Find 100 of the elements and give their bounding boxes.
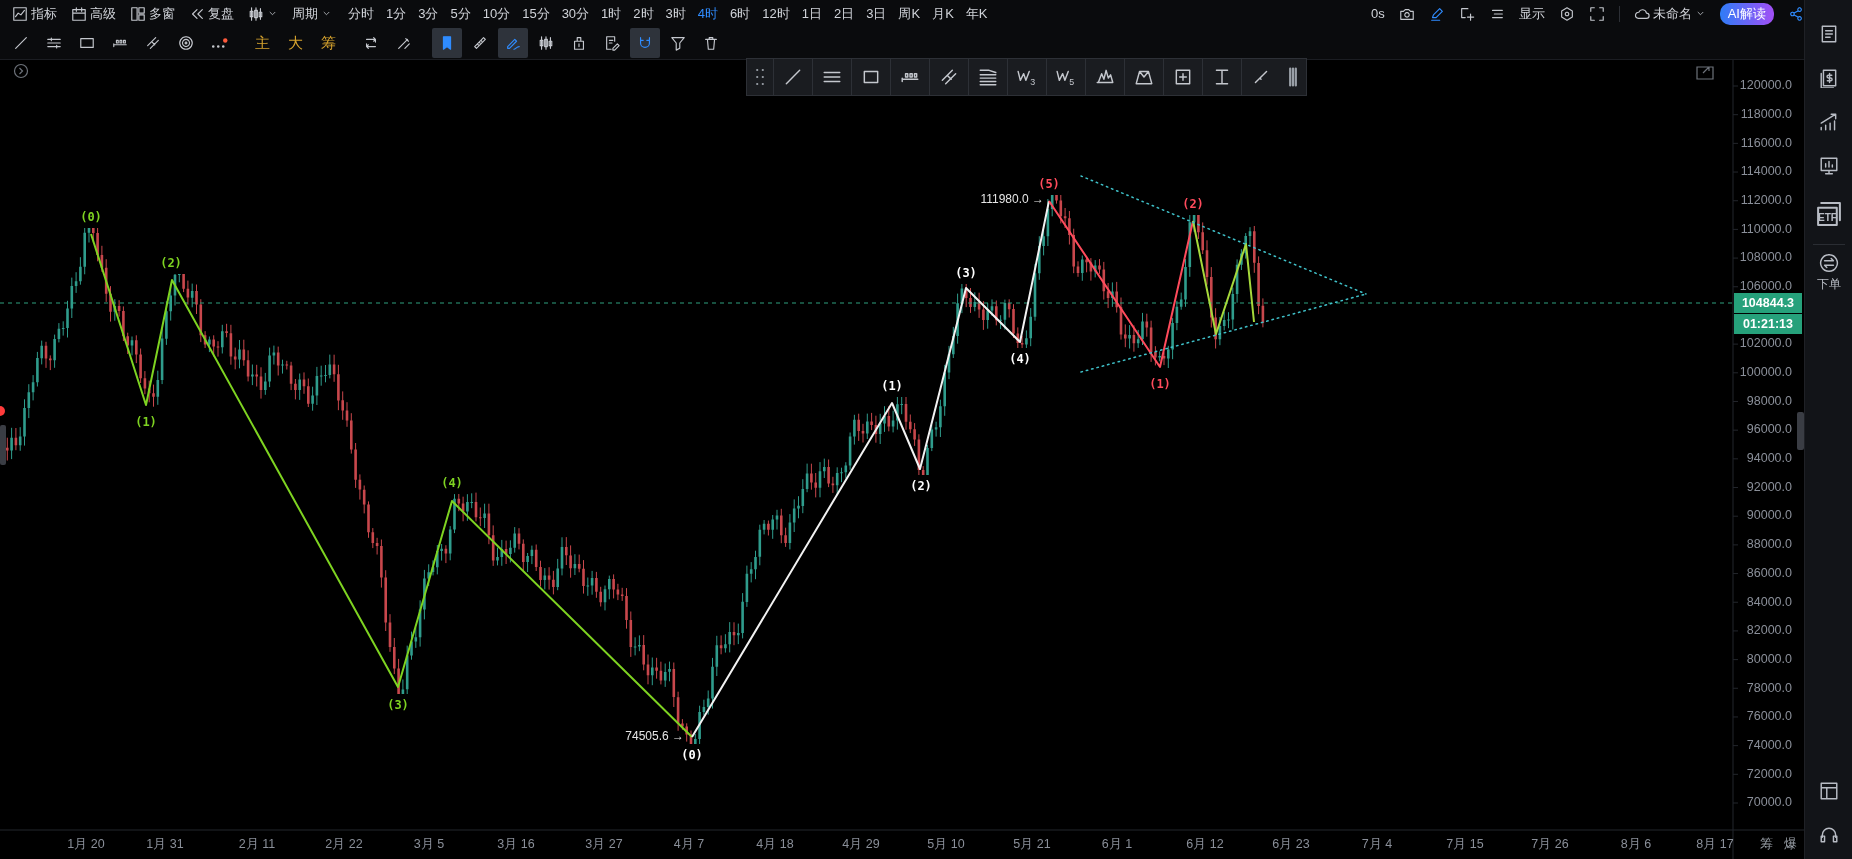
share-button[interactable] [1788,5,1804,22]
date-label: 7月 4 [1361,837,1393,852]
price-label: 88000.0 [1746,537,1792,552]
toolbar-menu-item[interactable]: 指标 [12,4,57,23]
price-label: 78000.0 [1746,680,1792,695]
support-button[interactable] [1818,825,1839,845]
interval-tab[interactable]: 年K [965,4,988,23]
date-label: 3月 27 [585,837,623,852]
wave-label: (0) [80,209,102,224]
toolbar-menu-item[interactable]: 多窗 [130,4,175,23]
price-label: 70000.0 [1746,795,1792,810]
layout-dropdown[interactable]: 未命名 [1633,4,1706,23]
interval-tab[interactable]: 30分 [561,4,590,23]
interval-tab[interactable]: 15分 [522,4,550,23]
wave-tool[interactable]: 5 [1046,59,1085,95]
date-label: 5月 21 [1013,837,1051,852]
interval-tab[interactable]: 1时 [601,4,622,23]
edit-icon [604,35,620,52]
price-label: 90000.0 [1746,508,1792,523]
panel-handle[interactable] [0,425,6,465]
add-window-button[interactable] [1458,5,1475,22]
wave-label: (4) [441,475,463,490]
price-label: 82000.0 [1746,623,1792,638]
wave-label: (2) [910,478,932,493]
wave-label: (1) [881,378,903,393]
interval-tab[interactable]: 周K [898,4,921,23]
drawing-tool[interactable] [498,28,528,59]
date-label: 4月 7 [673,837,705,852]
interval-tab[interactable]: 4时 [697,4,719,23]
toolbar-menu-item[interactable]: 复盘 [189,4,234,23]
panel-handle[interactable] [1797,412,1804,450]
display-button[interactable]: 显示 [1518,4,1545,23]
indicator-tab[interactable]: 大 [280,28,310,59]
interval-tab[interactable]: 分时 [348,4,374,23]
price-label: 96000.0 [1746,422,1792,437]
interval-tab[interactable]: 10分 [482,4,511,23]
interval-tab[interactable]: 5分 [450,4,471,23]
candles-icon [248,5,264,22]
ai-button[interactable]: AI解读 [1719,2,1774,25]
drawing-tool[interactable] [432,28,462,59]
axis-toggle[interactable]: 筹 [1759,836,1773,852]
lock-icon [571,35,587,52]
interval-tab[interactable]: 1日 [801,4,822,23]
price-label: 80000.0 [1746,651,1792,666]
interval-tab[interactable]: 月K [932,4,954,23]
order-button[interactable]: 下单 [1816,253,1841,293]
wave-label: (1) [135,414,157,429]
wave-tool[interactable]: 3 [1007,59,1046,95]
settings-button[interactable] [1558,5,1575,22]
price-label: 102000.0 [1739,336,1792,351]
current-price-tag: 104844.3 [1734,293,1802,313]
axis-toggle[interactable]: 爆 [1783,836,1797,852]
sidebar-button[interactable] [1818,156,1839,176]
layout-icon [1818,781,1839,801]
interval-tab[interactable]: 1分 [386,4,407,23]
toolbar-menu-item[interactable]: 高级 [71,4,116,23]
period-dropdown[interactable]: 周期 [292,4,332,23]
filter-icon [670,35,686,52]
price-note: 74505.6 → [625,729,684,744]
refresh-icon [363,35,379,52]
sidebar-button[interactable] [1818,112,1839,132]
date-label: 6月 1 [1101,837,1133,852]
interval-tab[interactable]: 2时 [633,4,654,23]
interval-tab[interactable]: 6时 [730,4,751,23]
date-label: 4月 29 [842,837,880,852]
price-label: 106000.0 [1739,279,1792,294]
collapse-icon[interactable] [13,63,29,79]
date-label: 1月 20 [67,837,105,852]
date-label: 3月 5 [413,837,445,852]
price-label: 92000.0 [1746,479,1792,494]
draw-button[interactable] [1428,5,1445,22]
interval-tab[interactable]: 12时 [762,4,790,23]
interval-tab[interactable]: 3日 [866,4,887,23]
date-label: 1月 31 [146,837,184,852]
wave-label: (5) [1038,176,1060,191]
indicator-tab[interactable]: 主 [247,28,277,59]
wave-label: (3) [387,697,409,712]
interval-tab[interactable]: 2日 [834,4,855,23]
pen-icon [396,35,412,52]
pencil-icon [1428,5,1445,22]
more-icon [210,38,228,49]
chart-type-dropdown[interactable] [248,5,278,22]
layout-button[interactable] [1818,781,1839,801]
restore-window-icon[interactable] [1696,66,1714,80]
date-label: 3月 16 [497,837,535,852]
date-label: 6月 12 [1186,837,1224,852]
interval-tab[interactable]: 3分 [418,4,439,23]
fullscreen-button[interactable] [1588,5,1605,22]
target-icon [178,35,194,52]
sidebar-button[interactable] [1818,68,1839,88]
price-label: 94000.0 [1746,451,1792,466]
windows-icon [130,5,146,22]
indicator-tab[interactable]: 筹 [313,28,343,59]
drawing-tool[interactable] [630,28,660,59]
price-label: 74000.0 [1746,737,1792,752]
ruler-icon [472,35,488,52]
line-icon [783,67,803,87]
price-label: 120000.0 [1739,78,1792,93]
interval-tab[interactable]: 3时 [665,4,686,23]
wave-label: (2) [1182,196,1204,211]
